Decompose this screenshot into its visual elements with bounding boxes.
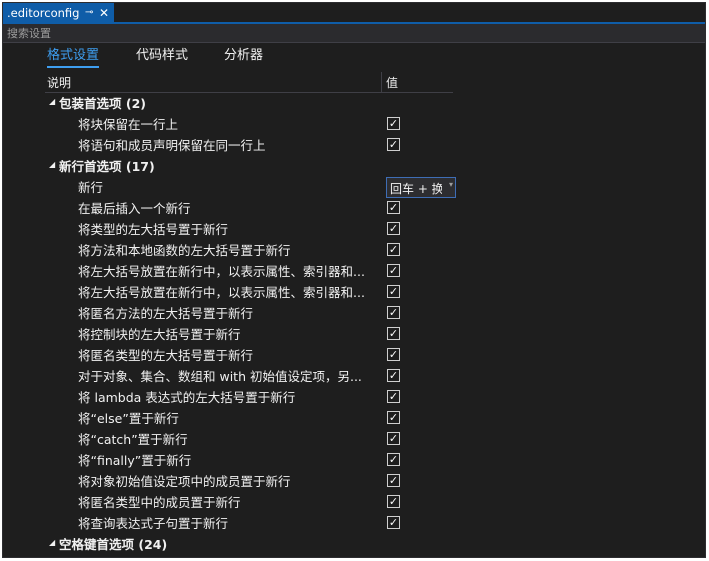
setting-row[interactable]: 将“catch”置于新行 ✓	[3, 429, 705, 450]
setting-label: 将控制块的左大括号置于新行	[78, 327, 241, 342]
description-column-header[interactable]: 说明	[47, 74, 71, 91]
tab-analyzers[interactable]: 分析器	[224, 47, 263, 65]
close-icon[interactable]: ✕	[99, 3, 109, 23]
setting-row[interactable]: 将控制块的左大括号置于新行 ✓	[3, 324, 705, 345]
setting-row[interactable]: 将 lambda 表达式的左大括号置于新行 ✓	[3, 387, 705, 408]
setting-row[interactable]: 将对象初始值设定项中的成员置于新行 ✓	[3, 471, 705, 492]
setting-label: 对于对象、集合、数组和 with 初始值设定项，另...	[78, 369, 362, 384]
setting-row[interactable]: 将查询表达式子句置于新行 ✓	[3, 513, 705, 534]
column-separator[interactable]	[381, 72, 382, 92]
settings-window: .editorconfig ⊸ ✕ 格式设置 代码样式 分析器 说明 值 ◢ 包装…	[2, 2, 706, 558]
setting-checkbox[interactable]: ✓	[387, 138, 400, 151]
group-label: 包装首选项 (2)	[59, 96, 146, 111]
setting-label: 将类型的左大括号置于新行	[78, 222, 229, 237]
setting-checkbox[interactable]: ✓	[387, 243, 400, 256]
tab-title: .editorconfig	[7, 6, 80, 20]
tab-code-style[interactable]: 代码样式	[136, 47, 188, 65]
setting-checkbox[interactable]: ✓	[387, 390, 400, 403]
setting-checkbox[interactable]: ✓	[387, 306, 400, 319]
setting-checkbox[interactable]: ✓	[387, 264, 400, 277]
collapse-icon[interactable]: ◢	[49, 97, 55, 106]
setting-label: 将“else”置于新行	[78, 411, 179, 426]
grid-header: 说明 值	[45, 72, 453, 93]
setting-checkbox[interactable]: ✓	[387, 453, 400, 466]
setting-label: 在最后插入一个新行	[78, 201, 191, 216]
setting-row[interactable]: 将左大括号放置在新行中，以表示属性、索引器和... ✓	[3, 261, 705, 282]
setting-label: 将方法和本地函数的左大括号置于新行	[78, 243, 291, 258]
setting-row[interactable]: 将语句和成员声明保留在同一行上 ✓	[3, 135, 705, 156]
setting-checkbox[interactable]: ✓	[387, 222, 400, 235]
setting-checkbox[interactable]: ✓	[387, 201, 400, 214]
setting-checkbox[interactable]: ✓	[387, 516, 400, 529]
setting-row[interactable]: 将匿名方法的左大括号置于新行 ✓	[3, 303, 705, 324]
setting-checkbox[interactable]: ✓	[387, 348, 400, 361]
setting-row[interactable]: 新行 回车 + 换 ▾	[3, 177, 705, 198]
setting-label: 新行	[78, 180, 104, 195]
group-row[interactable]: ◢ 新行首选项 (17)	[3, 156, 705, 177]
group-row[interactable]: ◢ 包装首选项 (2)	[3, 93, 705, 114]
setting-checkbox[interactable]: ✓	[387, 474, 400, 487]
chevron-down-icon[interactable]: ▾	[449, 180, 453, 189]
search-bar	[3, 24, 705, 43]
setting-row[interactable]: 将“finally”置于新行 ✓	[3, 450, 705, 471]
setting-label: 将查询表达式子句置于新行	[78, 516, 229, 531]
setting-checkbox[interactable]: ✓	[387, 285, 400, 298]
setting-checkbox[interactable]: ✓	[387, 495, 400, 508]
setting-label: 将“finally”置于新行	[78, 453, 192, 468]
setting-label: 将匿名方法的左大括号置于新行	[78, 306, 254, 321]
editorconfig-tab[interactable]: .editorconfig ⊸ ✕	[3, 3, 114, 23]
setting-label: 将对象初始值设定项中的成员置于新行	[78, 474, 291, 489]
setting-row[interactable]: 在最后插入一个新行 ✓	[3, 198, 705, 219]
value-column-header[interactable]: 值	[386, 74, 398, 91]
setting-checkbox[interactable]: ✓	[387, 327, 400, 340]
setting-row[interactable]: 将左大括号放置在新行中，以表示属性、索引器和... ✓	[3, 282, 705, 303]
setting-label: 将左大括号放置在新行中，以表示属性、索引器和...	[78, 264, 365, 279]
setting-row[interactable]: 对于对象、集合、数组和 with 初始值设定项，另... ✓	[3, 366, 705, 387]
pin-icon[interactable]: ⊸	[85, 3, 93, 23]
setting-label: 将“catch”置于新行	[78, 432, 188, 447]
setting-row[interactable]: 将块保留在一行上 ✓	[3, 114, 705, 135]
setting-label: 将匿名类型中的成员置于新行	[78, 495, 241, 510]
setting-checkbox[interactable]: ✓	[387, 117, 400, 130]
setting-row[interactable]: 将“else”置于新行 ✓	[3, 408, 705, 429]
combobox-value: 回车 + 换	[390, 182, 442, 196]
setting-label: 将 lambda 表达式的左大括号置于新行	[78, 390, 296, 405]
collapse-icon[interactable]: ◢	[49, 538, 55, 547]
setting-row[interactable]: 将类型的左大括号置于新行 ✓	[3, 219, 705, 240]
group-label: 新行首选项 (17)	[59, 159, 155, 174]
tab-formatting[interactable]: 格式设置	[47, 47, 100, 68]
newline-combobox[interactable]: 回车 + 换 ▾	[386, 177, 456, 198]
search-input[interactable]	[7, 25, 687, 41]
document-tab-strip: .editorconfig ⊸ ✕	[3, 3, 705, 24]
setting-label: 将语句和成员声明保留在同一行上	[78, 138, 266, 153]
setting-checkbox[interactable]: ✓	[387, 411, 400, 424]
setting-row[interactable]: 将匿名类型中的成员置于新行 ✓	[3, 492, 705, 513]
collapse-icon[interactable]: ◢	[49, 160, 55, 169]
setting-label: 将块保留在一行上	[78, 117, 179, 132]
setting-label: 将匿名类型的左大括号置于新行	[78, 348, 254, 363]
group-label: 空格键首选项 (24)	[59, 537, 168, 552]
group-row[interactable]: ◢ 空格键首选项 (24)	[3, 534, 705, 555]
setting-label: 将左大括号放置在新行中，以表示属性、索引器和...	[78, 285, 365, 300]
setting-checkbox[interactable]: ✓	[387, 432, 400, 445]
setting-checkbox[interactable]: ✓	[387, 369, 400, 382]
setting-row[interactable]: 将匿名类型的左大括号置于新行 ✓	[3, 345, 705, 366]
setting-row[interactable]: 将方法和本地函数的左大括号置于新行 ✓	[3, 240, 705, 261]
